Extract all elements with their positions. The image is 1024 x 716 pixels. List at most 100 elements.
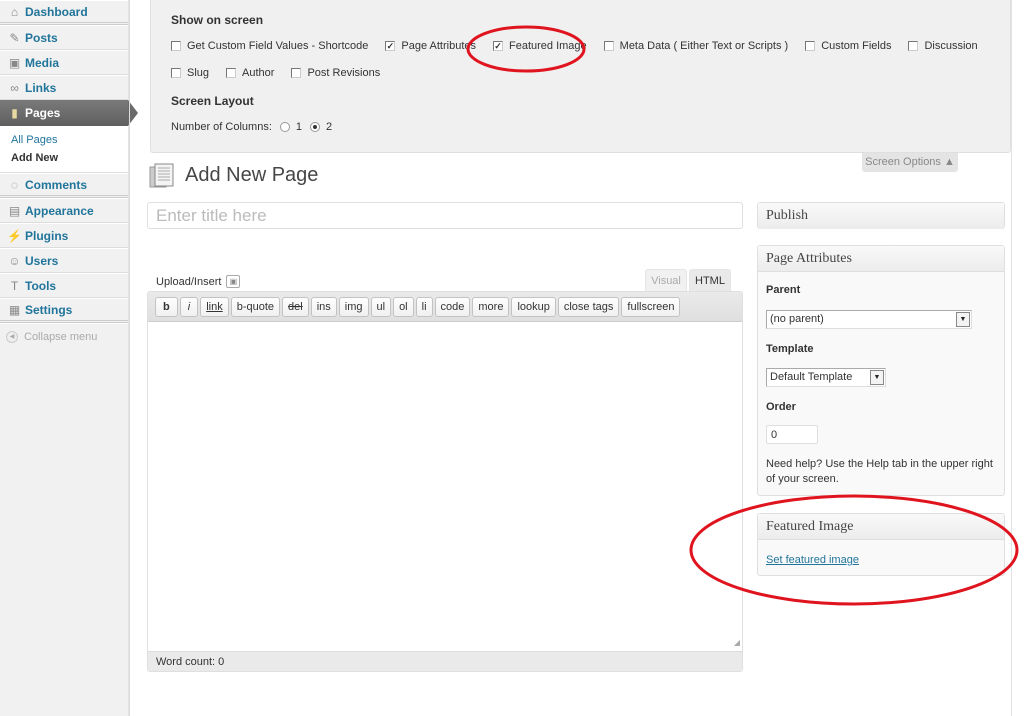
title-input[interactable]	[147, 202, 743, 229]
sidebar-item-appearance[interactable]: ▤ Appearance	[0, 198, 128, 223]
page-attributes-title[interactable]: Page Attributes	[758, 246, 1004, 272]
template-label: Template	[766, 343, 814, 355]
qt-img-button[interactable]: img	[338, 296, 369, 317]
featured-image-title[interactable]: Featured Image	[758, 514, 1004, 540]
sidebar-item-pages[interactable]: ▮ Pages	[0, 100, 138, 126]
checkbox-meta-data[interactable]: Meta Data ( Either Text or Scripts )	[603, 40, 788, 52]
publish-box-title[interactable]: Publish	[758, 203, 1004, 229]
page-attributes-box: Page Attributes Parent (no parent) ▼ Temp…	[757, 245, 1005, 496]
qt-li-button[interactable]: li	[415, 296, 433, 317]
checkbox-author[interactable]: Author	[226, 67, 274, 79]
content-editor: b i link b-quote del ins img ul ol li co…	[147, 291, 743, 672]
checkbox-discussion[interactable]: Discussion	[908, 40, 978, 52]
page-title: Add New Page	[185, 164, 319, 186]
sidebar-item-users[interactable]: ☺ Users	[0, 248, 128, 273]
qt-link-button[interactable]: link	[200, 296, 229, 317]
checkbox-page-attributes[interactable]: ✓ Page Attributes	[385, 40, 476, 52]
checkbox-box[interactable]	[226, 68, 237, 78]
upload-insert[interactable]: Upload/Insert ▣	[156, 275, 241, 288]
resize-handle-icon[interactable]: ◢	[734, 638, 740, 647]
checkbox-custom-fields[interactable]: Custom Fields	[805, 40, 891, 52]
qt-ins-button[interactable]: ins	[310, 296, 337, 317]
publish-box: Publish	[757, 202, 1005, 229]
dashboard-icon: ⌂	[10, 4, 19, 19]
help-text: Need help? Use the Help tab in the upper…	[766, 458, 993, 485]
pushpin-icon: ✎	[9, 30, 20, 45]
checkbox-box[interactable]	[805, 41, 816, 51]
dropdown-arrow-icon[interactable]: ▼	[870, 370, 884, 385]
screen-options-row-2: Slug Author Post Revisions	[171, 67, 397, 79]
show-on-screen-heading: Show on screen	[171, 13, 264, 27]
checkbox-post-revisions[interactable]: Post Revisions	[291, 67, 380, 79]
dropdown-arrow-icon[interactable]: ▼	[956, 312, 970, 327]
checkbox-box[interactable]	[171, 68, 181, 78]
content-right-border	[1011, 0, 1012, 716]
parent-label: Parent	[766, 284, 801, 296]
tab-visual[interactable]: Visual	[645, 269, 687, 292]
checkbox-box-checked[interactable]: ✓	[385, 41, 396, 51]
checkbox-box[interactable]	[603, 41, 614, 51]
media-upload-icon[interactable]: ▣	[226, 275, 241, 288]
settings-icon: ▦	[8, 302, 21, 317]
comment-icon: ◌	[10, 177, 19, 192]
content-textarea[interactable]	[148, 322, 742, 651]
set-featured-image-link[interactable]: Set featured image	[766, 554, 859, 566]
sidebar-item-dashboard[interactable]: ⌂ Dashboard	[0, 0, 128, 25]
qt-ul-button[interactable]: ul	[370, 296, 392, 317]
sidebar-item-comments[interactable]: ◌ Comments	[0, 173, 128, 198]
users-icon: ☺	[8, 253, 21, 268]
checkbox-box-checked[interactable]: ✓	[493, 41, 503, 51]
sidebar-item-tools[interactable]: T Tools	[0, 273, 128, 298]
tab-html[interactable]: HTML	[689, 269, 731, 292]
qt-italic-button[interactable]: i	[179, 296, 199, 317]
parent-select[interactable]: (no parent) ▼	[766, 310, 972, 329]
checkbox-box[interactable]	[171, 41, 181, 51]
qt-del-button[interactable]: del	[282, 296, 309, 317]
screen-options-panel: Show on screen Get Custom Field Values -…	[150, 0, 1011, 153]
radio-button[interactable]	[279, 122, 290, 132]
sidebar-item-links[interactable]: ∞ Links	[0, 75, 128, 100]
radio-columns-2[interactable]: 2	[310, 121, 332, 133]
template-select[interactable]: Default Template ▼	[766, 368, 886, 387]
media-icon: ▣	[8, 55, 21, 70]
link-icon: ∞	[10, 80, 19, 95]
order-label: Order	[766, 401, 796, 413]
pages-icon: ▮	[11, 106, 18, 120]
screen-options-row-1: Get Custom Field Values - Shortcode ✓ Pag…	[171, 40, 995, 52]
sidebar-item-settings[interactable]: ▦ Settings	[0, 298, 128, 323]
checkbox-box[interactable]	[291, 68, 302, 78]
checkbox-box[interactable]	[908, 41, 919, 51]
qt-fullscreen-button[interactable]: fullscreen	[621, 296, 681, 317]
qt-more-button[interactable]: more	[472, 296, 510, 317]
checkbox-featured-image[interactable]: ✓ Featured Image	[493, 40, 587, 52]
columns-label: Number of Columns:	[171, 121, 272, 133]
admin-sidebar: ⌂ Dashboard ✎ Posts ▣ Media ∞ Links ▮ Pages A…	[0, 0, 138, 716]
featured-image-box: Featured Image Set featured image	[757, 513, 1005, 576]
plugin-icon: ⚡	[7, 228, 22, 243]
submenu-add-new[interactable]: Add New	[11, 149, 128, 167]
tools-icon: T	[10, 278, 19, 293]
radio-columns-1[interactable]: 1	[279, 121, 302, 133]
submenu-all-pages[interactable]: All Pages	[11, 131, 128, 149]
qt-lookup-button[interactable]: lookup	[511, 296, 556, 317]
order-input[interactable]	[766, 425, 818, 444]
sidebar-item-posts[interactable]: ✎ Posts	[0, 25, 128, 50]
checkbox-custom-field-shortcode[interactable]: Get Custom Field Values - Shortcode	[171, 40, 368, 52]
screen-layout-heading: Screen Layout	[171, 94, 254, 108]
qt-code-button[interactable]: code	[434, 296, 471, 317]
radio-button-selected[interactable]	[310, 122, 320, 132]
sidebar-divider	[129, 0, 130, 716]
qt-blockquote-button[interactable]: b-quote	[230, 296, 281, 317]
sidebar-item-media[interactable]: ▣ Media	[0, 50, 128, 75]
qt-bold-button[interactable]: b	[155, 296, 178, 317]
qt-close-tags-button[interactable]: close tags	[557, 296, 620, 317]
checkbox-slug[interactable]: Slug	[171, 67, 209, 79]
pages-submenu: All Pages Add New	[0, 126, 128, 173]
collapse-menu-button[interactable]: ◀ Collapse menu	[0, 323, 128, 349]
collapse-arrow-icon: ◀	[6, 330, 18, 343]
word-count: Word count: 0	[148, 651, 742, 671]
screen-options-tab[interactable]: Screen Options ▲	[862, 153, 958, 172]
appearance-icon: ▤	[8, 203, 21, 218]
sidebar-item-plugins[interactable]: ⚡ Plugins	[0, 223, 128, 248]
qt-ol-button[interactable]: ol	[393, 296, 414, 317]
